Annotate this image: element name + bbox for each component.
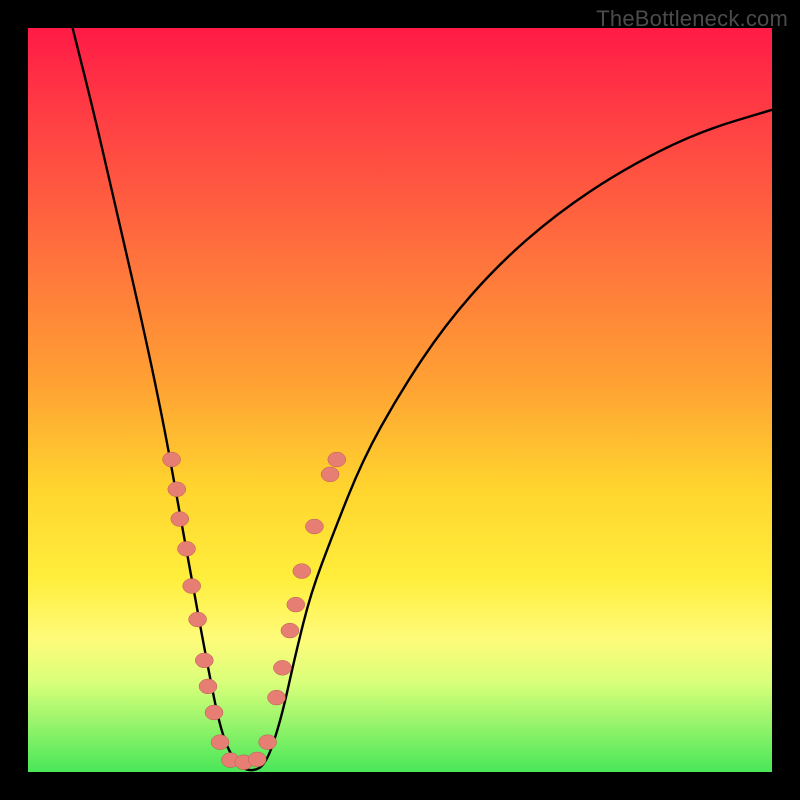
marker-dot <box>178 541 196 556</box>
marker-dot <box>163 452 181 467</box>
marker-dot <box>189 612 207 627</box>
marker-dot <box>183 579 201 594</box>
marker-dot <box>268 690 286 705</box>
marker-dot <box>199 679 217 694</box>
marker-dot <box>248 752 266 767</box>
marker-dot <box>321 467 339 482</box>
bottleneck-curve <box>73 28 772 770</box>
watermark-text: TheBottleneck.com <box>596 6 788 32</box>
marker-dot <box>287 597 305 612</box>
marker-dot <box>273 660 291 675</box>
marker-group <box>163 452 346 770</box>
marker-dot <box>195 653 213 668</box>
marker-dot <box>293 564 311 579</box>
marker-dot <box>328 452 346 467</box>
marker-dot <box>205 705 223 720</box>
plot-area <box>28 28 772 772</box>
marker-dot <box>168 482 186 497</box>
marker-dot <box>211 735 229 750</box>
marker-dot <box>171 512 189 527</box>
chart-frame: TheBottleneck.com <box>0 0 800 800</box>
marker-dot <box>281 623 299 638</box>
marker-dot <box>305 519 323 534</box>
marker-dot <box>259 735 277 750</box>
chart-svg <box>28 28 772 772</box>
